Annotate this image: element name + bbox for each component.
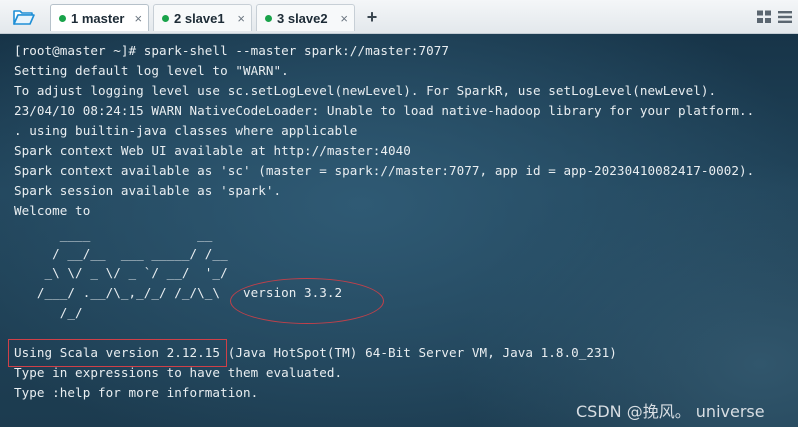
- terminal-line: Spark session available as 'spark'.: [14, 183, 282, 198]
- watermark: CSDN @挽风。 universe: [576, 402, 765, 421]
- close-icon[interactable]: ×: [134, 11, 142, 26]
- terminal-line: Setting default log level to "WARN".: [14, 63, 289, 78]
- terminal-line: Type :help for more information.: [14, 385, 259, 400]
- spark-banner-line: / __/__ ___ _____/ /__: [14, 246, 228, 261]
- close-icon[interactable]: ×: [237, 11, 245, 26]
- tab-label: 3 slave2: [277, 10, 328, 26]
- terminal[interactable]: [root@master ~]# spark-shell --master sp…: [0, 34, 798, 427]
- spark-banner-line: /_/: [14, 305, 83, 320]
- terminal-line: [root@master ~]# spark-shell --master sp…: [14, 43, 450, 58]
- folder-open-icon[interactable]: [4, 4, 44, 30]
- tab-slave1[interactable]: 2 slave1 ×: [153, 4, 252, 31]
- spark-banner-line: ____ __: [14, 227, 213, 242]
- terminal-line: 23/04/10 08:24:15 WARN NativeCodeLoader:…: [14, 103, 755, 118]
- terminal-line: Spark context available as 'sc' (master …: [14, 163, 755, 178]
- tab-slave2[interactable]: 3 slave2 ×: [256, 4, 355, 31]
- scala-version-highlight-box: [8, 339, 227, 367]
- menu-icon[interactable]: [777, 9, 793, 25]
- status-dot: [265, 14, 272, 22]
- spark-banner-line: _\ \/ _ \/ _ `/ __/ '_/: [14, 265, 228, 280]
- tab-label: 2 slave1: [174, 10, 225, 26]
- terminal-line: Spark context Web UI available at http:/…: [14, 143, 411, 158]
- terminal-line: . using builtin-java classes where appli…: [14, 123, 358, 138]
- status-dot: [162, 14, 169, 22]
- version-highlight-ellipse: [230, 278, 384, 324]
- terminal-line: To adjust logging level use sc.setLogLev…: [14, 83, 717, 98]
- terminal-line: Type in expressions to have them evaluat…: [14, 365, 343, 380]
- terminal-line: Welcome to: [14, 203, 91, 218]
- status-dot: [59, 14, 66, 22]
- tab-bar: 1 master × 2 slave1 × 3 slave2 × +: [0, 0, 798, 34]
- grid-layout-icon[interactable]: [756, 9, 772, 25]
- tab-label: 1 master: [71, 10, 125, 26]
- add-tab-button[interactable]: +: [362, 7, 382, 27]
- tab-master[interactable]: 1 master ×: [50, 4, 149, 31]
- close-icon[interactable]: ×: [340, 11, 348, 26]
